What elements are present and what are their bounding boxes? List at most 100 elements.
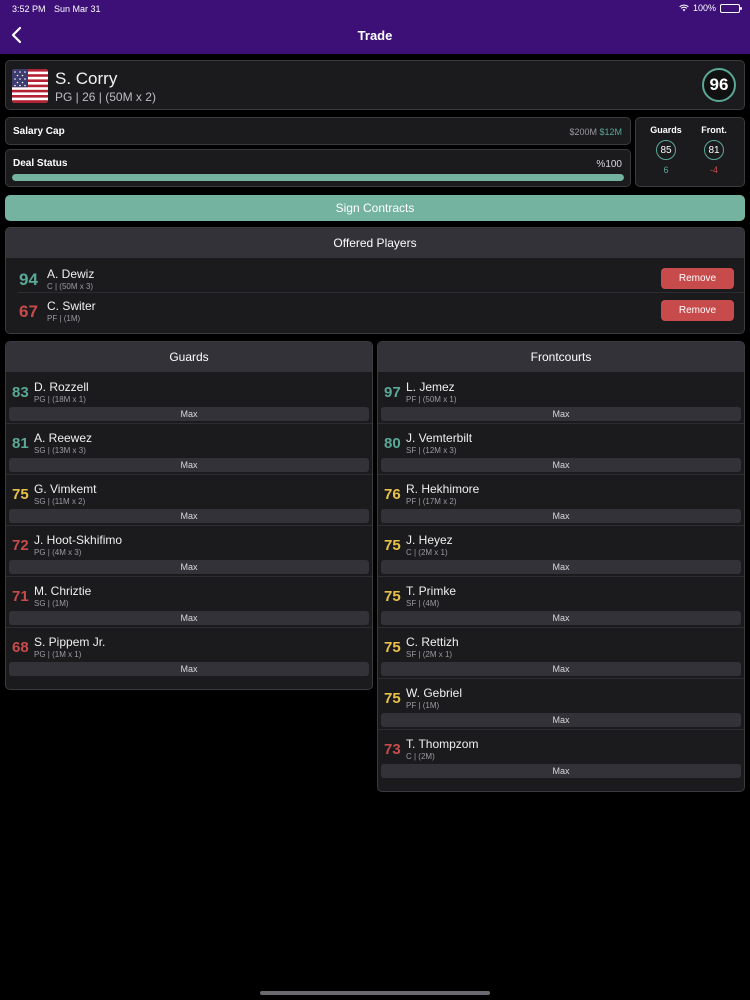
frontcourts-panel: Frontcourts 97 L. Jemez PF | (50M x 1) Max 8… — [377, 341, 745, 792]
max-button[interactable]: Max — [381, 764, 741, 778]
row-divider — [378, 525, 744, 526]
player-contract: C | (50M x 3) — [47, 282, 94, 291]
player-overall: 97 — [384, 384, 401, 401]
player-name: C. Switer — [47, 299, 96, 313]
player-name: A. Dewiz — [47, 267, 95, 281]
player-contract: SF | (12M x 3) — [406, 446, 457, 455]
wifi-icon — [679, 4, 689, 12]
remove-button[interactable]: Remove — [661, 268, 734, 289]
player-contract: SG | (11M x 2) — [34, 497, 86, 506]
frontcourts-player-row: 75 C. Rettizh SF | (2M x 1) Max — [378, 627, 744, 678]
player-contract: SG | (1M) — [34, 599, 69, 608]
guards-panel: Guards 83 D. Rozzell PG | (18M x 1) Max 81 A.… — [5, 341, 373, 690]
offered-player-row: 94 A. Dewiz C | (50M x 3) Remove — [6, 260, 744, 292]
max-button[interactable]: Max — [9, 509, 369, 523]
front-rating-delta: -4 — [709, 165, 718, 175]
player-overall: 73 — [384, 741, 401, 758]
player-contract: SG | (13M x 3) — [34, 446, 86, 455]
max-button[interactable]: Max — [381, 560, 741, 574]
remove-button[interactable]: Remove — [661, 300, 734, 321]
salary-cap-values: $200M $12M — [569, 127, 622, 137]
deal-progress-bar — [12, 174, 624, 181]
player-name: L. Jemez — [406, 380, 455, 394]
guards-rating: Guards 85 6 — [641, 125, 691, 175]
player-overall: 76 — [384, 486, 401, 503]
guards-rating-value: 85 — [656, 140, 676, 160]
row-divider — [6, 474, 372, 475]
row-divider — [6, 627, 372, 628]
player-overall-badge: 96 — [702, 68, 736, 102]
frontcourts-title: Frontcourts — [378, 342, 744, 372]
player-name: G. Vimkemt — [34, 482, 97, 496]
max-button[interactable]: Max — [9, 458, 369, 472]
max-button[interactable]: Max — [9, 407, 369, 421]
guards-player-row: 72 J. Hoot-Skhifimo PG | (4M x 3) Max — [6, 525, 372, 576]
frontcourts-player-row: 97 L. Jemez PF | (50M x 1) Max — [378, 372, 744, 423]
battery-icon — [720, 3, 742, 13]
guards-player-row: 68 S. Pippem Jr. PG | (1M x 1) Max — [6, 627, 372, 678]
player-contract: PF | (17M x 2) — [406, 497, 457, 506]
frontcourts-player-row: 75 W. Gebriel PF | (1M) Max — [378, 678, 744, 729]
player-name: A. Reewez — [34, 431, 93, 445]
home-indicator — [260, 991, 490, 995]
player-contract: C | (2M) — [406, 752, 435, 761]
player-name: T. Primke — [406, 584, 457, 598]
player-details: PG | 26 | (50M x 2) — [55, 90, 156, 104]
row-divider — [378, 678, 744, 679]
battery-percent: 100% — [692, 3, 716, 13]
player-contract: SF | (4M) — [406, 599, 440, 608]
offered-players-title: Offered Players — [6, 228, 744, 258]
row-divider — [18, 292, 744, 293]
player-contract: PF | (1M) — [406, 701, 440, 710]
player-name: D. Rozzell — [34, 380, 89, 394]
player-name: R. Hekhimore — [406, 482, 480, 496]
player-contract: PF | (50M x 1) — [406, 395, 457, 404]
deal-status-label: Deal Status — [13, 158, 68, 169]
status-date: Sun Mar 31 — [54, 4, 101, 14]
front-rating-label: Front. — [701, 125, 727, 135]
offered-players-panel: Offered Players 94 A. Dewiz C | (50M x 3) R… — [5, 227, 745, 334]
front-rating-value: 81 — [704, 140, 724, 160]
row-divider — [378, 627, 744, 628]
player-overall: 75 — [384, 690, 401, 707]
guards-title: Guards — [6, 342, 372, 372]
player-name: C. Rettizh — [406, 635, 459, 649]
max-button[interactable]: Max — [381, 458, 741, 472]
max-button[interactable]: Max — [381, 662, 741, 676]
deal-progress-fill — [12, 174, 624, 181]
player-overall: 71 — [12, 588, 29, 605]
frontcourts-player-row: 75 T. Primke SF | (4M) Max — [378, 576, 744, 627]
player-name: S. Corry — [55, 69, 118, 88]
frontcourts-player-row: 76 R. Hekhimore PF | (17M x 2) Max — [378, 474, 744, 525]
us-flag-icon — [12, 69, 48, 103]
player-overall: 67 — [19, 302, 38, 321]
max-button[interactable]: Max — [381, 611, 741, 625]
player-overall: 80 — [384, 435, 401, 452]
row-divider — [378, 423, 744, 424]
max-button[interactable]: Max — [9, 560, 369, 574]
max-button[interactable]: Max — [9, 662, 369, 676]
status-indicators: 100% — [679, 3, 742, 13]
player-overall: 81 — [12, 435, 29, 452]
max-button[interactable]: Max — [381, 509, 741, 523]
player-contract: PG | (1M x 1) — [34, 650, 82, 659]
salary-cap-total: $200M — [569, 127, 597, 137]
max-button[interactable]: Max — [381, 713, 741, 727]
sign-contracts-button[interactable]: Sign Contracts — [5, 195, 745, 221]
nav-bar: Trade — [0, 18, 750, 54]
salary-cap-label: Salary Cap — [13, 126, 65, 137]
frontcourts-player-row: 80 J. Vemterbilt SF | (12M x 3) Max — [378, 423, 744, 474]
player-name: S. Pippem Jr. — [34, 635, 106, 649]
guards-player-row: 83 D. Rozzell PG | (18M x 1) Max — [6, 372, 372, 423]
player-overall: 68 — [12, 639, 29, 656]
row-divider — [6, 576, 372, 577]
max-button[interactable]: Max — [9, 611, 369, 625]
deal-status-row: Deal Status %100 — [5, 149, 631, 187]
player-overall: 83 — [12, 384, 29, 401]
row-divider — [378, 474, 744, 475]
front-rating: Front. 81 -4 — [689, 125, 739, 175]
player-overall: 94 — [19, 270, 38, 289]
frontcourts-player-row: 75 J. Heyez C | (2M x 1) Max — [378, 525, 744, 576]
guards-rating-label: Guards — [650, 125, 682, 135]
max-button[interactable]: Max — [381, 407, 741, 421]
